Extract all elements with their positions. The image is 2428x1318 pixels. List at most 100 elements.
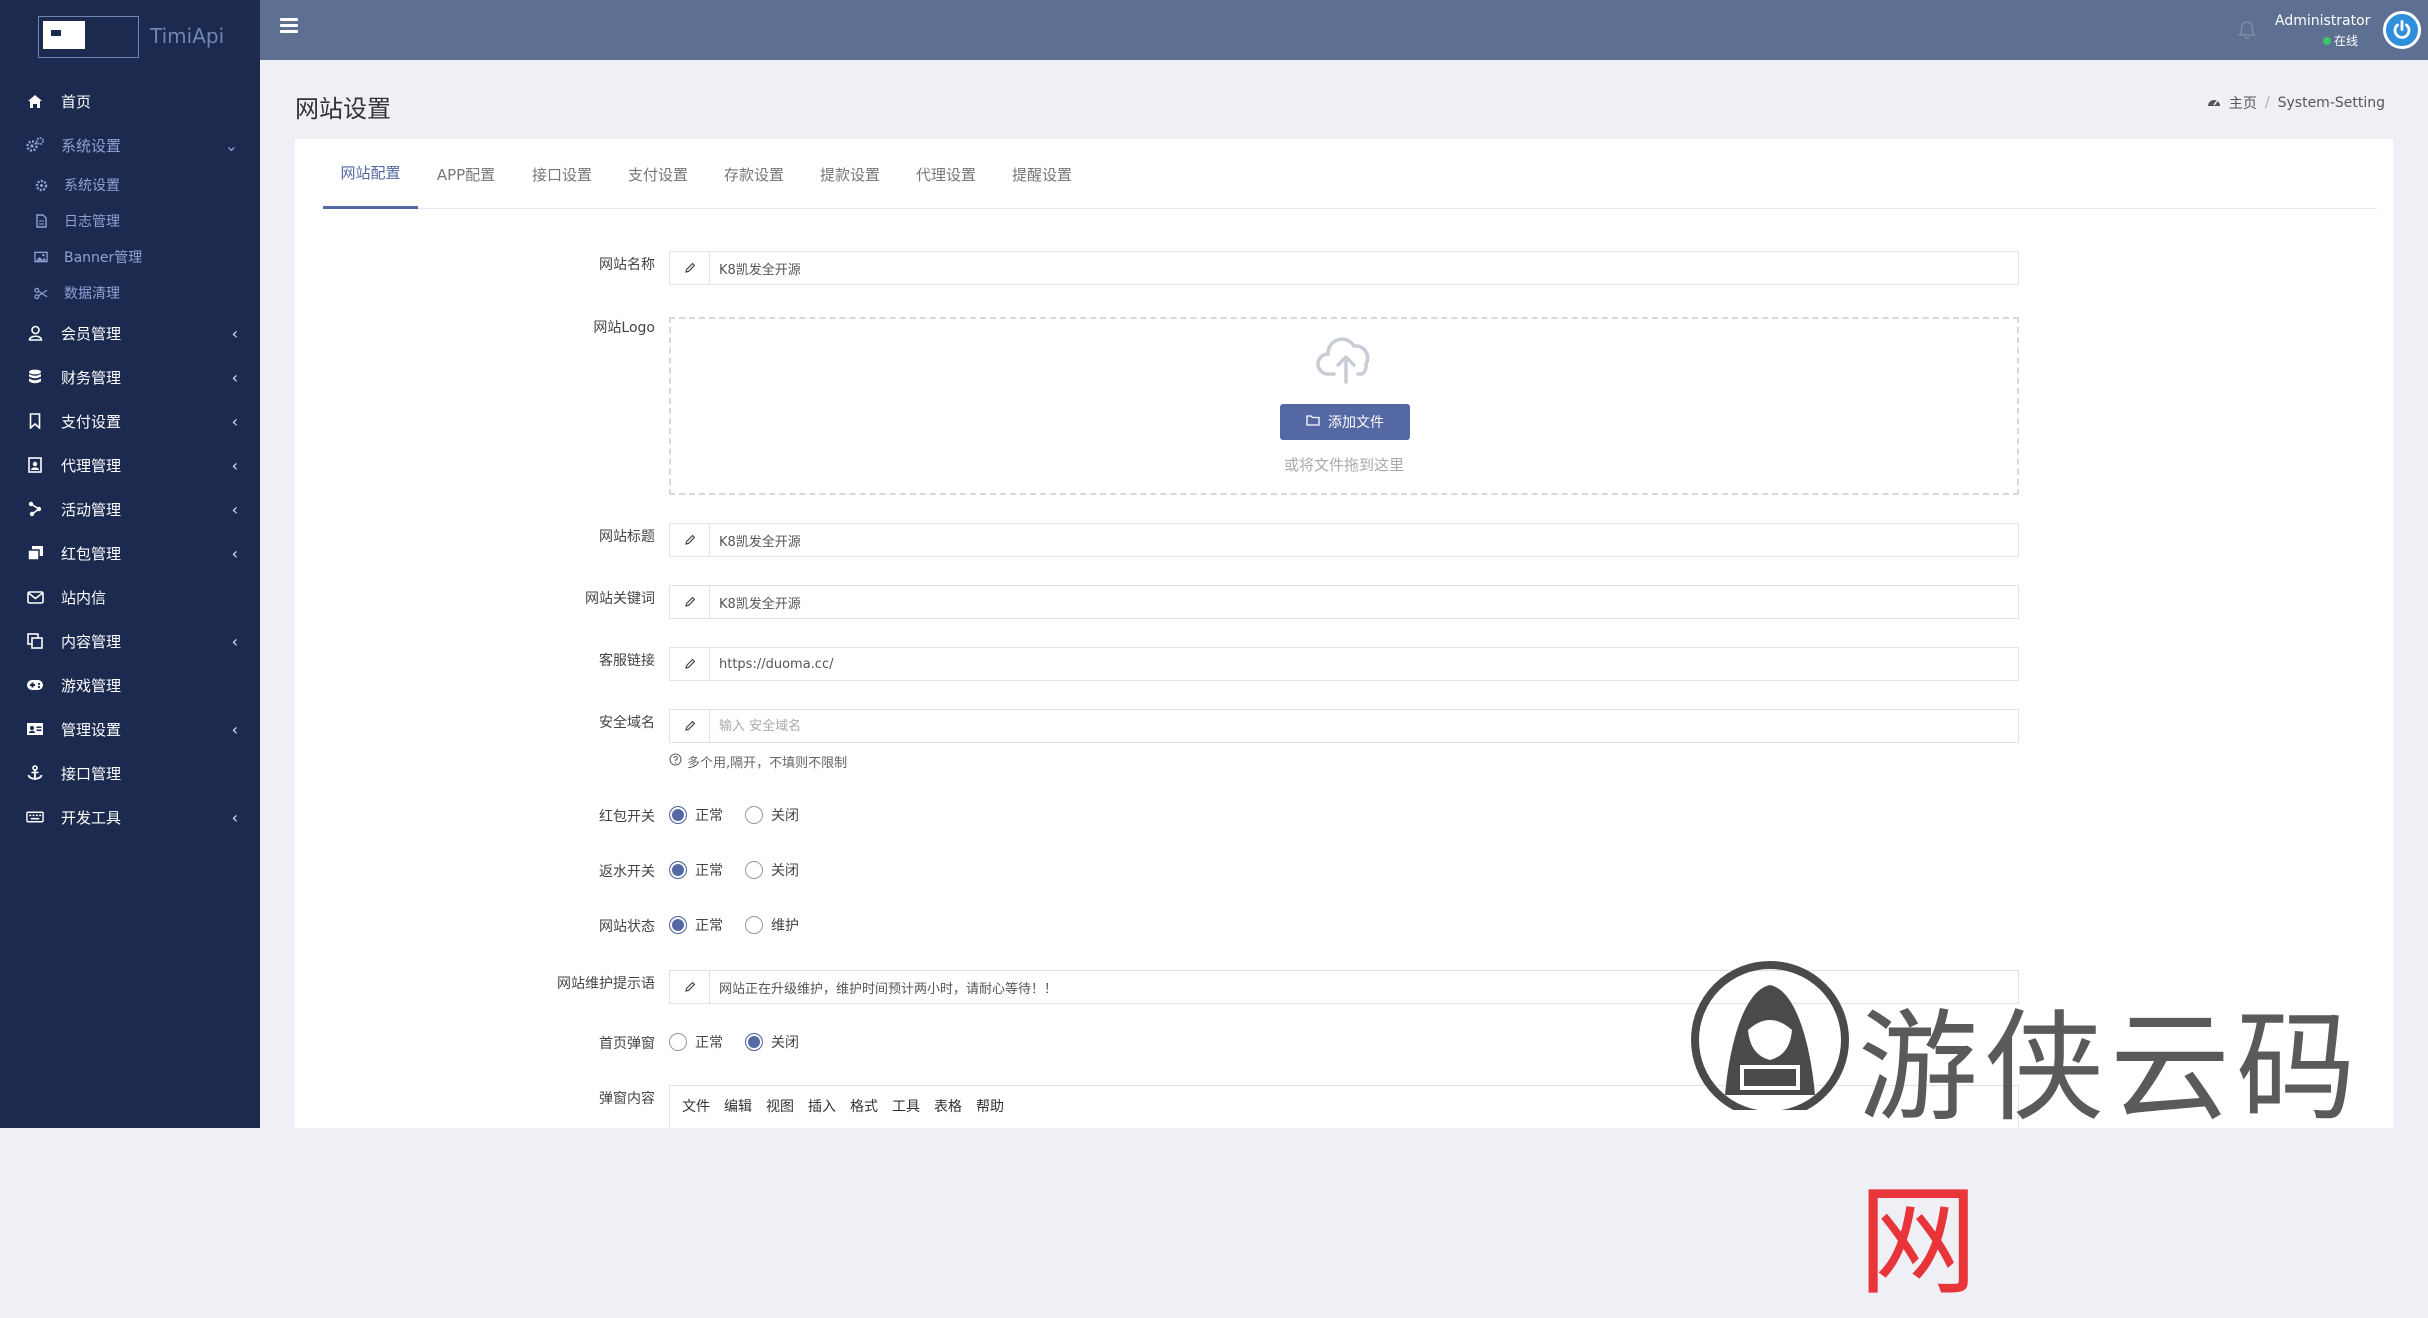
sidebar-item-games[interactable]: 游戏管理: [0, 663, 260, 707]
sidebar-item-home[interactable]: 首页: [0, 79, 260, 123]
sidebar-item-members[interactable]: 会员管理 ‹: [0, 311, 260, 355]
chevron-left-icon: ‹: [231, 411, 238, 431]
tab-withdraw-settings[interactable]: 提款设置: [802, 139, 898, 209]
service-link-input[interactable]: [710, 648, 2018, 680]
sidebar-subitem-label: 系统设置: [64, 178, 120, 194]
sidebar-item-messages[interactable]: 站内信: [0, 575, 260, 619]
add-file-label: 添加文件: [1328, 415, 1384, 431]
tab-api-settings[interactable]: 接口设置: [514, 139, 610, 209]
editor-menu-view[interactable]: 视图: [766, 1096, 794, 1116]
status-maintenance-radio[interactable]: [745, 916, 763, 934]
pencil-icon: [670, 710, 710, 742]
sidebar-subitem-label: Banner管理: [64, 250, 143, 266]
radio-label: 维护: [771, 918, 799, 934]
tab-deposit-settings[interactable]: 存款设置: [706, 139, 802, 209]
sidebar-subitem-banner-management[interactable]: Banner管理: [0, 239, 260, 275]
editor-menu-help[interactable]: 帮助: [976, 1096, 1004, 1116]
bookmark-icon: [26, 412, 44, 430]
logo[interactable]: [38, 16, 139, 58]
safe-domain-help-text: 多个用,隔开，不填则不限制: [687, 756, 848, 771]
site-title-label: 网站标题: [599, 529, 655, 545]
sidebar-item-label: 内容管理: [61, 632, 122, 651]
site-title-input[interactable]: [710, 524, 2018, 556]
tab-agent-settings[interactable]: 代理设置: [898, 139, 994, 209]
user-name[interactable]: Administrator: [2275, 13, 2370, 29]
editor-menu-format[interactable]: 格式: [850, 1096, 878, 1116]
gear-icon: [34, 178, 48, 192]
sidebar-item-agents[interactable]: 代理管理 ‹: [0, 443, 260, 487]
breadcrumb-home[interactable]: 主页: [2229, 93, 2257, 113]
redpack-normal-radio[interactable]: [669, 806, 687, 824]
settings-tabs: 网站配置 APP配置 接口设置 支付设置 存款设置 提款设置 代理设置 提醒设置: [323, 139, 2377, 209]
sidebar-item-payment-settings[interactable]: 支付设置 ‹: [0, 399, 260, 443]
sidebar-item-admin-settings[interactable]: 管理设置 ‹: [0, 707, 260, 751]
redpack-switch-label: 红包开关: [599, 809, 655, 825]
bell-icon[interactable]: [2238, 20, 2256, 44]
popup-off-radio[interactable]: [745, 1033, 763, 1051]
pencil-icon: [670, 586, 710, 618]
sidebar-item-label: 财务管理: [61, 368, 122, 387]
editor-menu-table[interactable]: 表格: [934, 1096, 962, 1116]
gamepad-icon: [26, 676, 44, 694]
tab-reminder-settings[interactable]: 提醒设置: [994, 139, 1090, 209]
status-normal-radio[interactable]: [669, 916, 687, 934]
site-name-input[interactable]: [710, 252, 2018, 284]
tab-app-config[interactable]: APP配置: [418, 139, 514, 209]
pencil-icon: [670, 252, 710, 284]
editor-menu-tools[interactable]: 工具: [892, 1096, 920, 1116]
sidebar-item-finance[interactable]: 财务管理 ‹: [0, 355, 260, 399]
sidebar-item-label: 支付设置: [61, 412, 122, 431]
sidebar-item-label: 接口管理: [61, 764, 122, 783]
topbar: Administrator 在线: [260, 0, 2428, 60]
sidebar-item-content[interactable]: 内容管理 ‹: [0, 619, 260, 663]
radio-label: 关闭: [771, 1035, 799, 1051]
dropzone-hint: 或将文件拖到这里: [1283, 456, 1404, 474]
redpack-off-radio[interactable]: [745, 806, 763, 824]
redpack-switch-group: 正常 关闭: [669, 805, 821, 825]
image-icon: [34, 250, 48, 264]
sidebar-item-system-settings[interactable]: 系统设置 ⌄: [0, 123, 260, 167]
power-icon[interactable]: [2383, 11, 2421, 49]
chevron-left-icon: ‹: [231, 543, 238, 563]
popup-content-label: 弹窗内容: [599, 1091, 655, 1107]
sidebar-subitem-system-settings[interactable]: 系统设置: [0, 167, 260, 203]
site-title-group: [669, 523, 2019, 557]
tab-site-config[interactable]: 网站配置: [323, 139, 418, 209]
sidebar-item-dev-tools[interactable]: 开发工具 ‹: [0, 795, 260, 839]
radio-label: 正常: [695, 808, 723, 824]
rebate-off-radio[interactable]: [745, 861, 763, 879]
sidebar-subitem-log-management[interactable]: 日志管理: [0, 203, 260, 239]
editor-menu-edit[interactable]: 编辑: [724, 1096, 752, 1116]
radio-label: 关闭: [771, 808, 799, 824]
sidebar-item-red-packets[interactable]: 红包管理 ‹: [0, 531, 260, 575]
chevron-down-icon: ⌄: [224, 135, 238, 155]
sidebar-subitem-data-cleanup[interactable]: 数据清理: [0, 275, 260, 311]
user-icon: [26, 324, 44, 342]
menu-toggle-icon[interactable]: [280, 18, 298, 34]
online-dot-icon: [2323, 36, 2331, 45]
sidebar-item-label: 游戏管理: [61, 676, 122, 695]
radio-label: 正常: [695, 918, 723, 934]
sidebar-item-label: 管理设置: [61, 720, 122, 739]
gift-icon: [26, 544, 44, 562]
tab-payment-settings[interactable]: 支付设置: [610, 139, 706, 209]
add-file-button[interactable]: 添加文件: [1280, 404, 1410, 440]
sidebar-item-activities[interactable]: 活动管理 ‹: [0, 487, 260, 531]
rebate-switch-group: 正常 关闭: [669, 860, 821, 880]
file-icon: [34, 214, 48, 228]
popup-normal-radio[interactable]: [669, 1033, 687, 1051]
safe-domain-label: 安全域名: [599, 715, 655, 731]
site-status-label: 网站状态: [599, 919, 655, 935]
editor-menu-insert[interactable]: 插入: [808, 1096, 836, 1116]
sidebar-item-label: 活动管理: [61, 500, 122, 519]
chevron-left-icon: ‹: [231, 367, 238, 387]
database-icon: [26, 368, 44, 386]
sidebar-item-api-management[interactable]: 接口管理: [0, 751, 260, 795]
editor-menu-file[interactable]: 文件: [682, 1096, 710, 1116]
rebate-normal-radio[interactable]: [669, 861, 687, 879]
safe-domain-input[interactable]: [710, 710, 2018, 742]
breadcrumb-separator: /: [2264, 95, 2270, 111]
logo-dropzone[interactable]: 添加文件 或将文件拖到这里: [669, 317, 2019, 495]
site-keywords-input[interactable]: [710, 586, 2018, 618]
badge-icon: [26, 456, 44, 474]
